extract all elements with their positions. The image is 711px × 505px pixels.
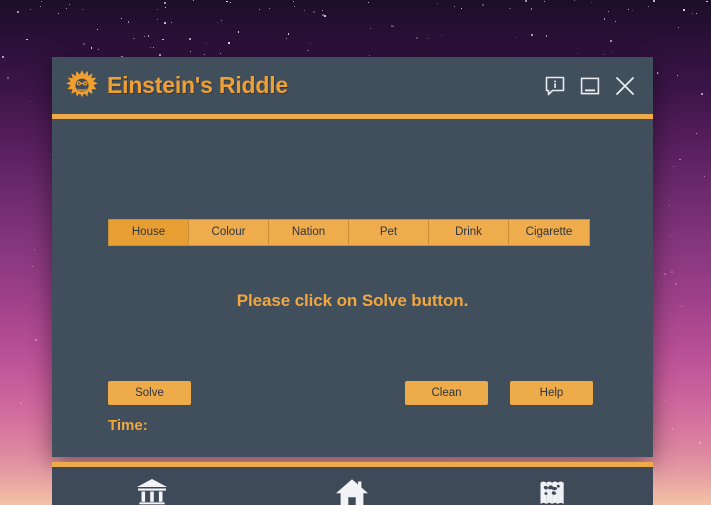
info-icon[interactable] — [543, 74, 567, 98]
map-icon — [538, 478, 568, 505]
bank-building-icon — [136, 478, 168, 505]
window-controls — [543, 74, 637, 98]
category-tab-bar: House Colour Nation Pet Drink Cigarette — [108, 219, 590, 246]
title-bar: Einstein's Riddle — [52, 57, 653, 114]
close-icon[interactable] — [613, 74, 637, 98]
solve-button[interactable]: Solve — [108, 381, 191, 405]
app-window: Einstein's Riddle House Colour Nation Pe… — [52, 57, 653, 505]
home-icon — [335, 478, 369, 505]
tab-nation[interactable]: Nation — [269, 220, 349, 245]
tab-colour[interactable]: Colour — [189, 220, 269, 245]
tab-drink[interactable]: Drink — [429, 220, 509, 245]
tab-cigarette[interactable]: Cigarette — [509, 220, 589, 245]
footer-nav — [52, 467, 653, 505]
app-brand: Einstein's Riddle — [66, 69, 288, 103]
app-title: Einstein's Riddle — [107, 72, 288, 98]
minimize-icon[interactable] — [578, 74, 602, 98]
nav-bank-button[interactable] — [52, 467, 252, 505]
clean-button[interactable]: Clean — [405, 381, 488, 405]
time-label: Time: — [108, 417, 148, 434]
tab-house[interactable]: House — [109, 220, 189, 245]
time-row: Time: — [108, 417, 154, 434]
einstein-head-icon — [66, 69, 98, 97]
nav-home-button[interactable] — [252, 467, 452, 505]
status-message: Please click on Solve button. — [236, 291, 469, 310]
tab-pet[interactable]: Pet — [349, 220, 429, 245]
nav-map-button[interactable] — [453, 467, 653, 505]
help-button[interactable]: Help — [510, 381, 593, 405]
window-body: House Colour Nation Pet Drink Cigarette … — [52, 119, 653, 505]
